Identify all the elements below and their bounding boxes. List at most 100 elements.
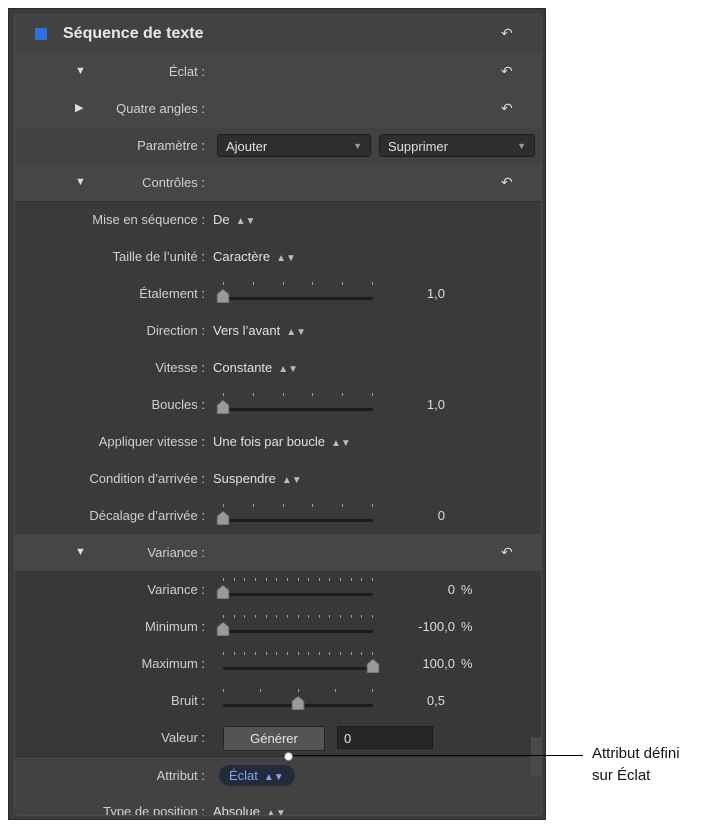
etalement-slider[interactable]	[216, 275, 373, 312]
slider-tick	[223, 282, 224, 285]
direction-popup[interactable]: Vers l’avant ▲▼	[213, 312, 306, 349]
minimum-value[interactable]: -100,0	[385, 608, 455, 645]
add-parameter-popup[interactable]: Ajouter ▼	[217, 134, 371, 157]
enable-checkbox[interactable]	[35, 28, 47, 40]
controles-row: ▼ Contrôles : ↶	[15, 164, 541, 202]
vitesse-label: Vitesse :	[155, 360, 205, 375]
type-position-row: Type de position : Absolue ▲▼	[15, 793, 541, 816]
boucles-value[interactable]: 1,0	[395, 386, 445, 423]
maximum-value[interactable]: 100,0	[385, 645, 455, 682]
bruit-row: Bruit : 0,5	[15, 682, 541, 719]
reset-icon[interactable]: ↶	[501, 63, 515, 79]
maximum-label: Maximum :	[141, 656, 205, 671]
slider-track[interactable]	[223, 630, 373, 633]
slider-tick	[276, 652, 278, 655]
seed-field[interactable]: 0	[337, 726, 433, 749]
callout-text: Attribut défini sur Éclat	[592, 743, 680, 787]
slider-tick	[350, 578, 352, 581]
appliquer-popup[interactable]: Une fois par boucle ▲▼	[213, 423, 351, 460]
slider-thumb[interactable]	[366, 658, 380, 674]
slider-thumb[interactable]	[216, 399, 230, 415]
variance-value[interactable]: 0	[395, 571, 455, 608]
slider-track[interactable]	[223, 593, 373, 596]
slider-tick	[297, 652, 299, 655]
slider-tick	[276, 578, 278, 581]
bruit-slider[interactable]	[223, 682, 373, 719]
attribut-row: Attribut : Éclat ▲▼	[15, 756, 541, 795]
slider-track[interactable]	[223, 408, 373, 411]
stepper-icon: ▲▼	[278, 364, 299, 375]
stepper-icon: ▲▼	[265, 808, 286, 816]
slider-tick	[286, 615, 288, 618]
variance-slider[interactable]	[216, 571, 373, 608]
slider-tick	[334, 689, 336, 692]
decalage-row: Décalage d’arrivée : 0	[15, 497, 541, 534]
slider-thumb[interactable]	[216, 621, 230, 637]
reset-icon[interactable]: ↶	[501, 174, 515, 190]
reset-icon[interactable]: ↶	[501, 100, 515, 116]
condition-popup[interactable]: Suspendre ▲▼	[213, 460, 302, 497]
slider-tick	[340, 615, 342, 618]
maximum-row: Maximum : 100,0 %	[15, 645, 541, 682]
slider-track[interactable]	[223, 519, 373, 522]
condition-row: Condition d’arrivée : Suspendre ▲▼	[15, 460, 541, 497]
disclosure-right-icon[interactable]: ▶	[75, 90, 83, 127]
text-sequence-panel: Séquence de texte ↶ ▼ Éclat : ↶ ▶ Quatre…	[14, 14, 542, 816]
boucles-row: Boucles : 1,0	[15, 386, 541, 423]
chevron-down-icon: ▼	[353, 141, 362, 151]
slider-tick	[342, 282, 344, 285]
slider-thumb[interactable]	[216, 584, 230, 600]
slider-tick	[350, 615, 352, 618]
slider-thumb[interactable]	[291, 695, 305, 711]
panel-header: Séquence de texte ↶	[15, 15, 541, 54]
type-position-popup[interactable]: Absolue ▲▼	[213, 793, 286, 816]
slider-tick	[223, 393, 224, 396]
disclosure-down-icon[interactable]: ▼	[75, 534, 86, 571]
vitesse-popup[interactable]: Constante ▲▼	[213, 349, 298, 386]
slider-thumb[interactable]	[216, 510, 230, 526]
slider-tick	[254, 652, 256, 655]
slider-tick	[342, 504, 344, 507]
boucles-slider[interactable]	[216, 386, 373, 423]
slider-tick	[318, 652, 320, 655]
remove-parameter-popup[interactable]: Supprimer ▼	[379, 134, 535, 157]
scrollbar[interactable]	[531, 737, 541, 777]
decalage-slider[interactable]	[216, 497, 373, 534]
etalement-value[interactable]: 1,0	[395, 275, 445, 312]
minimum-unit: %	[461, 619, 473, 634]
slider-tick	[329, 578, 331, 581]
slider-tick	[297, 578, 299, 581]
decalage-value[interactable]: 0	[395, 497, 445, 534]
taille-popup[interactable]: Caractère ▲▼	[213, 238, 296, 275]
slider-track[interactable]	[223, 667, 373, 670]
slider-tick	[260, 689, 262, 692]
slider-thumb[interactable]	[216, 288, 230, 304]
minimum-slider[interactable]	[216, 608, 373, 645]
slider-tick	[223, 652, 224, 655]
slider-tick	[265, 652, 267, 655]
appliquer-label: Appliquer vitesse :	[98, 434, 205, 449]
slider-tick	[265, 615, 267, 618]
reset-icon[interactable]: ↶	[501, 25, 515, 41]
bruit-value[interactable]: 0,5	[395, 682, 445, 719]
appliquer-row: Appliquer vitesse : Une fois par boucle ▲…	[15, 423, 541, 460]
slider-tick	[308, 652, 310, 655]
slider-tick	[372, 689, 373, 692]
slider-tick	[244, 652, 246, 655]
generate-button[interactable]: Générer	[223, 726, 325, 751]
reset-icon[interactable]: ↶	[501, 544, 515, 560]
minimum-label: Minimum :	[145, 619, 205, 634]
disclosure-down-icon[interactable]: ▼	[75, 53, 86, 90]
slider-tick	[361, 615, 363, 618]
variance-label: Variance :	[147, 582, 205, 597]
quatre-angles-row: ▶ Quatre angles : ↶	[15, 90, 541, 128]
slider-tick	[223, 689, 224, 692]
variance-unit: %	[461, 582, 473, 597]
disclosure-down-icon[interactable]: ▼	[75, 164, 86, 201]
mise-popup[interactable]: De ▲▼	[213, 201, 255, 238]
maximum-slider[interactable]	[223, 645, 380, 682]
slider-track[interactable]	[223, 297, 373, 300]
valeur-row: Valeur : Générer 0	[15, 719, 541, 756]
attribut-popup[interactable]: Éclat ▲▼	[219, 765, 295, 786]
boucles-label: Boucles :	[151, 397, 205, 412]
